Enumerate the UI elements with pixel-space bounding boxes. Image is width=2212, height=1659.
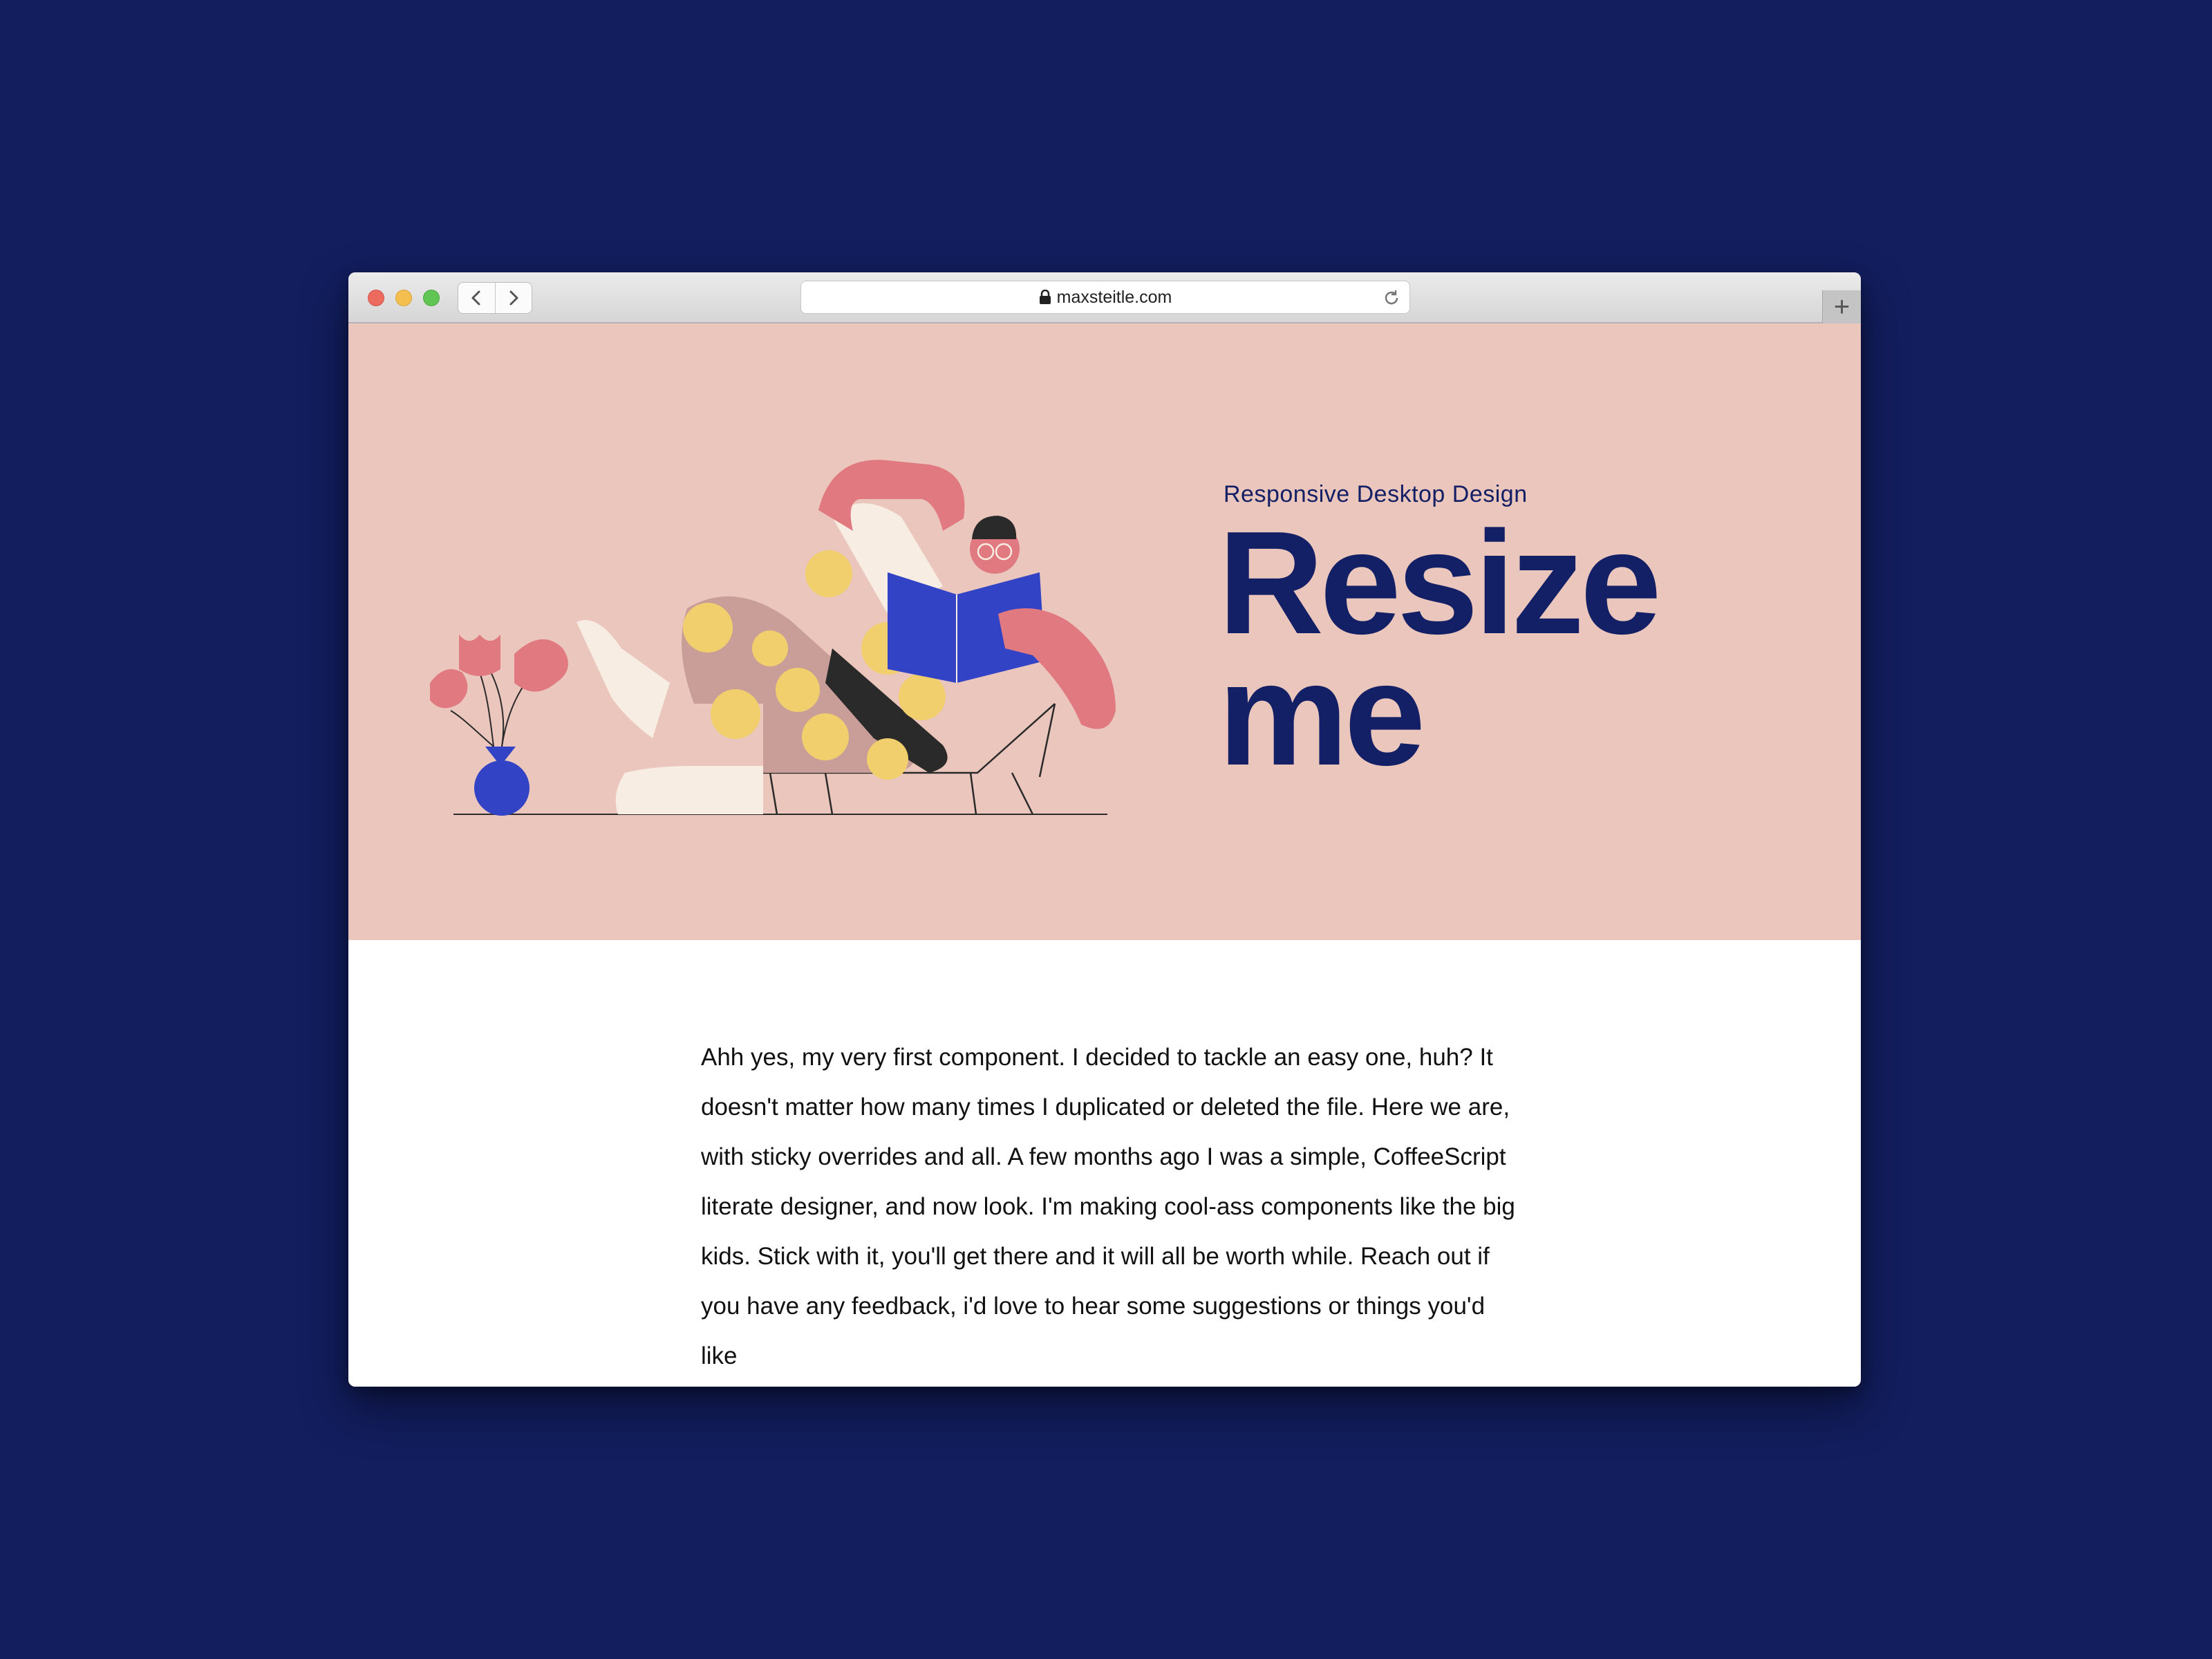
chevron-left-icon (471, 290, 480, 306)
headline-line-2: me (1218, 632, 1425, 796)
headline-line-1: Resize (1218, 500, 1662, 664)
back-button[interactable] (458, 283, 495, 313)
reload-icon[interactable] (1382, 288, 1401, 308)
lock-icon (1039, 290, 1051, 304)
forward-button[interactable] (494, 283, 532, 313)
plant-vase-graphic (430, 635, 568, 816)
browser-window: maxsteitle.com + Responsive Desktop Desi… (348, 272, 1861, 1387)
browser-titlebar: maxsteitle.com + (348, 272, 1861, 324)
zoom-window-button[interactable] (423, 290, 440, 306)
minimize-window-button[interactable] (395, 290, 412, 306)
url-text: maxsteitle.com (1056, 287, 1172, 307)
reading-person-illustration (430, 460, 1116, 816)
article-body-text: Ahh yes, my very first component. I deci… (701, 1044, 1515, 1369)
hero-headline: Resize me (1218, 500, 1662, 796)
hero-section: Responsive Desktop Design Resize me (348, 324, 1861, 940)
chevron-right-icon (509, 290, 518, 306)
navigation-buttons (458, 282, 532, 314)
close-window-button[interactable] (368, 290, 384, 306)
article-section: Ahh yes, my very first component. I deci… (348, 940, 1861, 1387)
new-tab-button[interactable]: + (1822, 290, 1861, 324)
address-bar[interactable]: maxsteitle.com (800, 281, 1410, 314)
